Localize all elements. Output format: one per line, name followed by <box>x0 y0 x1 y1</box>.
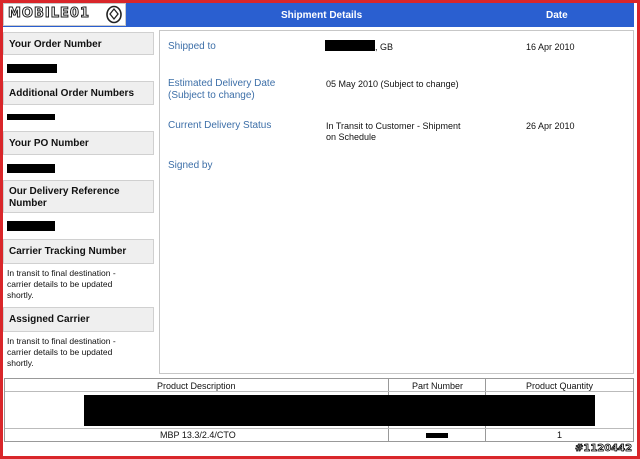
redacted-additional-orders <box>7 114 55 120</box>
po-number-heading: Your PO Number <box>3 131 154 155</box>
carrier-heading: Assigned Carrier <box>3 307 154 332</box>
shipped-to-value: , GB <box>375 42 394 52</box>
additional-orders-heading: Additional Order Numbers <box>3 81 154 105</box>
redacted-recipient <box>325 40 375 51</box>
page-title: Shipment Details <box>281 10 363 21</box>
redacted-order-number <box>7 64 57 73</box>
site-logo: MOBILE01 <box>3 3 126 26</box>
status-date: 26 Apr 2010 <box>526 121 575 131</box>
logo-icon <box>106 5 122 24</box>
tracking-label: Carrier Tracking Number <box>9 246 127 257</box>
est-delivery-value: 05 May 2010 (Subject to change) <box>326 79 459 89</box>
signed-by-label: Signed by <box>168 160 213 171</box>
shipped-to-label: Shipped to <box>168 41 216 52</box>
redacted-po-number <box>7 164 55 173</box>
order-number-label: Your Order Number <box>9 39 102 50</box>
tracking-value: In transit to final destination - carrie… <box>7 268 116 300</box>
col-product-quantity: Product Quantity <box>526 381 594 391</box>
table-divider <box>5 428 633 429</box>
col-part-number: Part Number <box>412 381 464 391</box>
shipment-details-panel: Shipped to , GB 16 Apr 2010 Estimated De… <box>159 30 634 374</box>
redacted-part-number <box>426 433 448 438</box>
date-column-header: Date <box>546 10 568 21</box>
carrier-value: In transit to final destination - carrie… <box>7 336 116 368</box>
carrier-label: Assigned Carrier <box>9 314 90 325</box>
delivery-ref-label: Our Delivery Reference Number <box>9 186 120 209</box>
redacted-delivery-ref <box>7 221 55 231</box>
col-product-description: Product Description <box>157 381 236 391</box>
table-divider <box>5 391 633 392</box>
est-delivery-label: Estimated Delivery Date (Subject to chan… <box>168 78 276 101</box>
delivery-ref-heading: Our Delivery Reference Number <box>3 180 154 213</box>
watermark-id: #1120442 <box>575 443 633 455</box>
status-label: Current Delivery Status <box>168 120 272 131</box>
additional-orders-label: Additional Order Numbers <box>9 88 135 99</box>
redacted-product-row <box>84 395 595 426</box>
order-number-heading: Your Order Number <box>3 32 154 55</box>
products-table: Product Description Part Number Product … <box>4 378 634 442</box>
logo-text: MOBILE01 <box>8 6 90 22</box>
product-description-cell: MBP 13.3/2.4/CTO <box>160 430 236 440</box>
po-number-label: Your PO Number <box>9 138 89 149</box>
tracking-heading: Carrier Tracking Number <box>3 239 154 264</box>
product-quantity-cell: 1 <box>557 430 563 440</box>
status-value: In Transit to Customer - Shipment on Sch… <box>326 121 461 142</box>
shipped-to-date: 16 Apr 2010 <box>526 42 575 52</box>
